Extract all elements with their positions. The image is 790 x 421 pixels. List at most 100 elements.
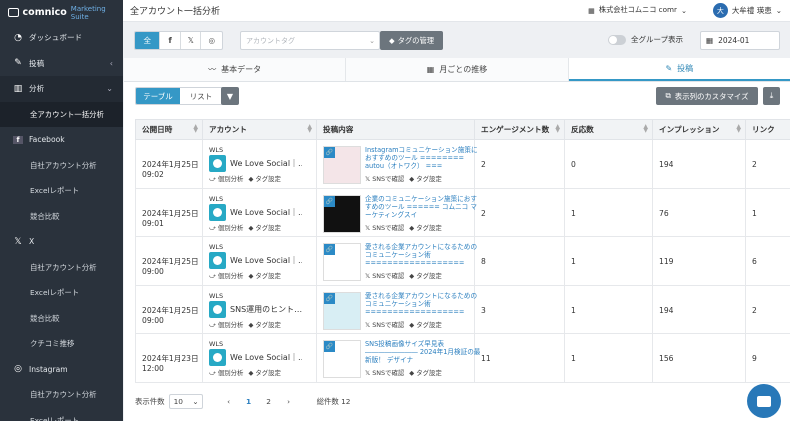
post-thumbnail[interactable]: 🔗 [323,146,361,184]
content-cell: 🔗 愛される企業アカウントになるための コミュニケーション術 ==========… [316,236,483,286]
filter-all-button[interactable]: 全 [135,32,161,49]
account-name[interactable]: We Love Social｜… [230,255,302,266]
tab-basic-data[interactable]: 〰 基本データ [124,58,347,81]
account-name[interactable]: We Love Social｜… [230,207,302,218]
month-picker[interactable]: ▦ 2024-01 [700,31,780,50]
next-page-icon[interactable]: › [281,393,297,409]
post-text[interactable]: SNS投稿画像サイズ早見表 ―――――――― 2024年1月検証の最新版！ デザ… [365,340,483,366]
sns-confirm-link[interactable]: 𝕏 SNSで確認 [365,271,404,280]
post-thumbnail[interactable]: 🔗 [323,340,361,378]
column-header-account[interactable]: アカウント ▲ ▼ [202,119,317,140]
sns-confirm-link[interactable]: 𝕏 SNSで確認 [365,174,404,183]
brand-logo[interactable]: comnico Marketing Suite [0,0,123,25]
instagram-filter-icon[interactable]: ◎ [201,32,222,49]
tag-setting-link[interactable]: ◆ タグ設定 [409,368,442,377]
sidebar-item-dashboard[interactable]: ◔ ダッシュボード [0,25,123,51]
download-icon[interactable]: ⤓ [763,87,780,105]
list-view-button[interactable]: リスト [180,88,222,104]
tag-setting-link[interactable]: ◆ タグ設定 [409,223,442,232]
sidebar-item-label: 投稿 [29,58,45,68]
sidebar-sub-ig-own[interactable]: 自社アカウント分析 [0,382,123,408]
account-tag-select[interactable]: アカウントタグ ⌄ [240,31,380,50]
page-2-button[interactable]: 2 [261,393,277,409]
column-header-engagement[interactable]: エンゲージメント数 ▲ ▼ [474,119,565,140]
sidebar-item-analysis[interactable]: ▥ 分析 ⌄ [0,76,123,102]
tab-posts[interactable]: ✎ 投稿 [568,58,790,81]
facebook-filter-icon[interactable]: f [160,32,181,49]
post-thumbnail[interactable]: 🔗 [323,243,361,281]
column-header-impressions[interactable]: インプレッション ▲ ▼ [652,119,746,140]
account-name[interactable]: We Love Social｜… [230,352,302,363]
table-view-button[interactable]: テーブル [136,88,180,104]
sns-confirm-link[interactable]: 𝕏 SNSで確認 [365,368,404,377]
individual-analysis-link[interactable]: ⤻ 個別分析 [209,368,243,378]
date-cell: 2024年1月25日 09:00 [135,236,203,286]
post-thumbnail[interactable]: 🔗 [323,194,361,233]
individual-analysis-link[interactable]: ⤻ 個別分析 [209,223,243,233]
tag-setting-link[interactable]: ◆ タグ設定 [248,271,281,281]
sidebar-sub-fb-excel[interactable]: Excelレポート [0,178,123,204]
individual-analysis-link[interactable]: ⤻ 個別分析 [209,271,243,281]
prev-page-icon[interactable]: ‹ [221,393,237,409]
tab-label: 月ごとの推移 [439,65,488,74]
toggle-switch[interactable] [608,34,626,45]
post-text[interactable]: 企業のコミュニケーション施策におすすめのツール ====== コムニコ マーケテ… [365,195,483,221]
tag-setting-link[interactable]: ◆ タグ設定 [409,174,442,183]
sidebar-sub-fb-compare[interactable]: 競合比較 [0,204,123,230]
tag-setting-link[interactable]: ◆ タグ設定 [248,368,281,378]
sns-confirm-link[interactable]: 𝕏 SNSで確認 [365,320,404,329]
sns-confirm-link[interactable]: 𝕏 SNSで確認 [365,223,404,232]
sidebar-sub-x-kuchikomi[interactable]: クチコミ推移 [0,331,123,357]
sidebar-section-label: X [29,237,35,247]
reactions-cell: 1 [564,284,653,334]
tab-monthly-trend[interactable]: ▦ 月ごとの推移 [346,58,569,81]
post-text[interactable]: 愛される企業アカウントになるための コミュニケーション術 ===========… [365,292,483,318]
post-time: 09:01 [142,218,164,228]
sidebar-sub-ig-excel[interactable]: Excelレポート [0,408,123,421]
tag-setting-link[interactable]: ◆ タグ設定 [409,271,442,280]
page-1-button[interactable]: 1 [241,393,257,409]
link-cell: 1 [745,187,790,237]
pencil-icon: ✎ [14,58,22,69]
engagement-cell: 11 [474,333,565,383]
post-thumbnail[interactable]: 🔗 [323,291,361,330]
column-header-reactions[interactable]: 反応数 ▲ ▼ [564,119,653,140]
post-text[interactable]: 愛される企業アカウントになるための コミュニケーション術 ===========… [365,243,483,269]
column-header-link[interactable]: リンク [745,119,790,140]
tag-setting-label: タグ設定 [255,272,281,280]
account-tag-placeholder: アカウントタグ [246,36,295,45]
sidebar-sub-fb-own[interactable]: 自社アカウント分析 [0,153,123,179]
customize-columns-button[interactable]: ⧉ 表示列のカスタマイズ [656,87,758,105]
individual-analysis-link[interactable]: ⤻ 個別分析 [209,320,243,330]
x-filter-icon[interactable]: 𝕏 [181,32,202,49]
sidebar-sub-all-accounts[interactable]: 全アカウント一括分析 [0,101,123,127]
tag-setting-link[interactable]: ◆ タグ設定 [248,174,281,184]
posts-table: 公開日時 ▲ ▼ アカウント ▲ ▼ 投稿内容 エンゲージメント数 ▲ ▼ 反応数 ▲ ▼ イン… [135,119,790,383]
comnico-logo-icon [8,8,19,17]
sidebar-sub-x-own[interactable]: 自社アカウント分析 [0,255,123,281]
company-selector[interactable]: ▦ 株式会社コムニコ comr ⌄ [588,5,687,15]
engagement-cell: 2 [474,187,565,237]
chat-button[interactable] [747,384,781,418]
tag-setting-link[interactable]: ◆ タグ設定 [409,320,442,329]
post-date: 2024年1月25日 [142,160,199,169]
tag-setting-link[interactable]: ◆ タグ設定 [248,223,281,233]
reactions-cell: 0 [564,139,653,189]
brand-name: comnico [22,7,67,18]
user-menu[interactable]: 大 大牟禮 瑛恵 ⌄ [712,3,782,18]
filter-icon[interactable]: ▼ [221,87,239,105]
tag-manage-button[interactable]: ◆ タグの管理 [380,31,443,50]
account-name[interactable]: We Love Social｜… [230,158,302,169]
post-text[interactable]: Instagramコミュニケーション施策におすすめのツール ======== a… [365,146,483,172]
column-header-date[interactable]: 公開日時 ▲ ▼ [135,119,203,140]
sidebar-sub-x-compare[interactable]: 競合比較 [0,306,123,332]
group-toggle[interactable]: 全グループ表示 [608,34,683,45]
sidebar-item-post[interactable]: ✎ 投稿 ‹ [0,51,123,77]
tag-setting-link[interactable]: ◆ タグ設定 [248,320,281,330]
per-page-select[interactable]: 10 ⌄ [168,393,203,409]
individual-analysis-link[interactable]: ⤻ 個別分析 [209,174,243,184]
table-row: 2024年1月25日 09:01 WLS We Love Social｜… ⤻ 個別分析… [135,187,790,237]
account-name[interactable]: SNS運用のヒント… [230,304,302,315]
sidebar-sub-x-excel[interactable]: Excelレポート [0,280,123,306]
tag-setting-label: タグ設定 [416,369,442,377]
